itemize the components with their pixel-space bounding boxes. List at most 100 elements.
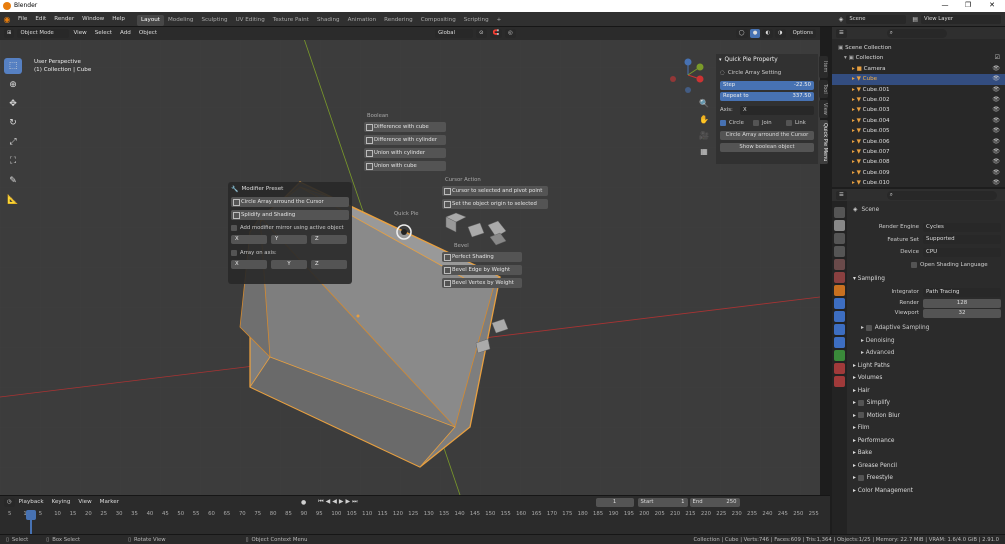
mirror-y-button[interactable]: Y xyxy=(271,235,307,244)
scene-selector[interactable]: Scene xyxy=(846,14,907,24)
view-layer-tab-icon[interactable] xyxy=(834,246,845,257)
tool-tab-icon[interactable] xyxy=(834,207,845,218)
outliner-row-cube-004[interactable]: ▸ ▼ Cube.004 👁 xyxy=(832,116,1005,126)
visibility-eye-icon[interactable]: 👁 xyxy=(992,168,1000,178)
viewport-shading-solid-icon[interactable]: ● xyxy=(749,29,761,38)
cursor-tool-icon[interactable]: ⊕ xyxy=(4,77,22,93)
world-tab-icon[interactable] xyxy=(834,272,845,283)
outliner-row-cube-001[interactable]: ▸ ▼ Cube.001 👁 xyxy=(832,85,1005,95)
tab-item[interactable]: Item xyxy=(819,56,828,78)
sampling-section[interactable]: ▾ Sampling xyxy=(847,273,1005,286)
outliner-row-cube-003[interactable]: ▸ ▼ Cube.003 👁 xyxy=(832,105,1005,115)
visibility-eye-icon[interactable]: 👁 xyxy=(992,95,1000,105)
hair-section[interactable]: ▸ Hair xyxy=(847,385,1005,398)
menu-select[interactable]: Select xyxy=(91,27,116,40)
properties-search-icon[interactable]: ⌕ xyxy=(886,190,997,200)
camera-view-icon[interactable]: 🎥 xyxy=(697,131,711,145)
collection-checkbox-icon[interactable]: ☑ xyxy=(995,53,1000,63)
simplify-checkbox[interactable] xyxy=(857,399,864,406)
annotate-tool-icon[interactable]: ✎ xyxy=(4,173,22,189)
motion-blur-checkbox[interactable] xyxy=(857,412,864,419)
union-cube-button[interactable]: Union with cube xyxy=(364,161,446,171)
menu-object[interactable]: Object xyxy=(135,27,161,40)
osl-checkbox[interactable] xyxy=(911,262,917,269)
transform-orientation-selector[interactable]: Global xyxy=(435,29,474,38)
freestyle-checkbox[interactable] xyxy=(857,474,864,481)
array-x-button[interactable]: X xyxy=(231,260,267,269)
circle-checkbox[interactable] xyxy=(720,120,726,126)
collapse-icon[interactable]: ▾ xyxy=(719,57,722,63)
bevel-edge-button[interactable]: Bevel Edge by Weight xyxy=(442,265,522,275)
link-checkbox[interactable] xyxy=(786,120,792,126)
modifier-tab-icon[interactable] xyxy=(834,298,845,309)
motion-blur-section[interactable]: ▸ Motion Blur xyxy=(847,410,1005,423)
grease-pencil-section[interactable]: ▸ Grease Pencil xyxy=(847,460,1005,473)
output-tab-icon[interactable] xyxy=(834,233,845,244)
advanced-section[interactable]: ▸ Advanced xyxy=(847,347,1005,360)
integrator-dropdown[interactable]: Path Tracing xyxy=(923,287,1001,297)
menu-view[interactable]: View xyxy=(69,27,90,40)
material-tab-icon[interactable] xyxy=(834,363,845,374)
outliner-row-cube-010[interactable]: ▸ ▼ Cube.010 👁 xyxy=(832,178,1005,188)
constraints-tab-icon[interactable] xyxy=(834,337,845,348)
show-boolean-button[interactable]: Show boolean object xyxy=(720,143,814,152)
physics-tab-icon[interactable] xyxy=(834,324,845,335)
tab-view[interactable]: View xyxy=(819,100,828,118)
light-paths-section[interactable]: ▸ Light Paths xyxy=(847,360,1005,373)
rotate-tool-icon[interactable]: ↻ xyxy=(4,115,22,131)
record-icon[interactable]: ● xyxy=(301,499,306,506)
adaptive-checkbox[interactable] xyxy=(865,324,872,331)
tab-modeling[interactable]: Modeling xyxy=(164,15,197,26)
visibility-eye-icon[interactable]: 👁 xyxy=(992,74,1000,84)
outliner-row-cube-007[interactable]: ▸ ▼ Cube.007 👁 xyxy=(832,147,1005,157)
close-button[interactable]: ✕ xyxy=(982,1,1002,9)
array-y-button[interactable]: Y xyxy=(271,260,307,269)
volumes-section[interactable]: ▸ Volumes xyxy=(847,372,1005,385)
device-dropdown[interactable]: CPU xyxy=(923,247,1001,257)
zoom-icon[interactable]: 🔍 xyxy=(697,99,711,113)
cursor-to-selected-button[interactable]: Cursor to selected and pivot point xyxy=(442,186,548,196)
outliner-row-cube-005[interactable]: ▸ ▼ Cube.005 👁 xyxy=(832,126,1005,136)
outliner-search-icon[interactable]: ⌕ xyxy=(886,28,947,38)
outliner-row-cube-008[interactable]: ▸ ▼ Cube.008 👁 xyxy=(832,157,1005,167)
visibility-eye-icon[interactable]: 👁 xyxy=(992,126,1000,136)
visibility-eye-icon[interactable]: 👁 xyxy=(992,64,1000,74)
menu-file[interactable]: File xyxy=(14,12,31,27)
tab-layout[interactable]: Layout xyxy=(136,14,164,26)
film-section[interactable]: ▸ Film xyxy=(847,422,1005,435)
render-engine-dropdown[interactable]: Cycles xyxy=(923,222,1001,232)
array-z-button[interactable]: Z xyxy=(311,260,347,269)
outliner-row-cube[interactable]: ▸ ▼ Cube 👁 xyxy=(832,74,1005,85)
tab-texture-paint[interactable]: Texture Paint xyxy=(269,15,313,26)
visibility-eye-icon[interactable]: 👁 xyxy=(992,105,1000,115)
playhead[interactable] xyxy=(26,510,36,520)
texture-tab-icon[interactable] xyxy=(834,376,845,387)
tab-shading[interactable]: Shading xyxy=(313,15,344,26)
outliner-row-cube-006[interactable]: ▸ ▼ Cube.006 👁 xyxy=(832,137,1005,147)
outliner-row-cube-002[interactable]: ▸ ▼ Cube.002 👁 xyxy=(832,95,1005,105)
viewport-shading-material-icon[interactable]: ◐ xyxy=(762,29,773,38)
tab-scripting[interactable]: Scripting xyxy=(460,15,493,26)
pivot-icon[interactable]: ⊙ xyxy=(476,29,487,38)
freestyle-section[interactable]: ▸ Freestyle xyxy=(847,472,1005,485)
render-tab-icon[interactable] xyxy=(834,220,845,231)
solidify-shading-button[interactable]: Splidify and Shading xyxy=(231,210,349,220)
set-origin-button[interactable]: Set the object origin to selected xyxy=(442,199,548,209)
feature-set-dropdown[interactable]: Supported xyxy=(923,235,1001,245)
start-frame-field[interactable]: Start 1 xyxy=(637,497,688,507)
tab-compositing[interactable]: Compositing xyxy=(417,15,460,26)
union-cylinder-button[interactable]: Union with cylinder xyxy=(364,148,446,158)
bevel-vertex-button[interactable]: Bevel Vertex by Weight xyxy=(442,278,522,288)
viewport-scene[interactable] xyxy=(0,27,820,495)
outliner-row-collection[interactable]: ▾ ▣ Collection ☑ xyxy=(832,53,1005,63)
menu-keying[interactable]: Keying xyxy=(48,496,75,508)
menu-marker[interactable]: Marker xyxy=(96,496,123,508)
mode-selector[interactable]: Object Mode xyxy=(17,29,70,38)
snap-icon[interactable]: 🧲 xyxy=(489,29,503,38)
particles-tab-icon[interactable] xyxy=(834,311,845,322)
join-checkbox[interactable] xyxy=(753,120,759,126)
3d-viewport[interactable]: User Perspective (1) Collection | Cube ⬚… xyxy=(0,27,820,495)
render-samples-field[interactable]: 128 xyxy=(923,298,1001,308)
viewport-samples-field[interactable]: 32 xyxy=(923,308,1001,318)
adaptive-sampling-section[interactable]: ▸ Adaptive Sampling xyxy=(847,322,1005,335)
